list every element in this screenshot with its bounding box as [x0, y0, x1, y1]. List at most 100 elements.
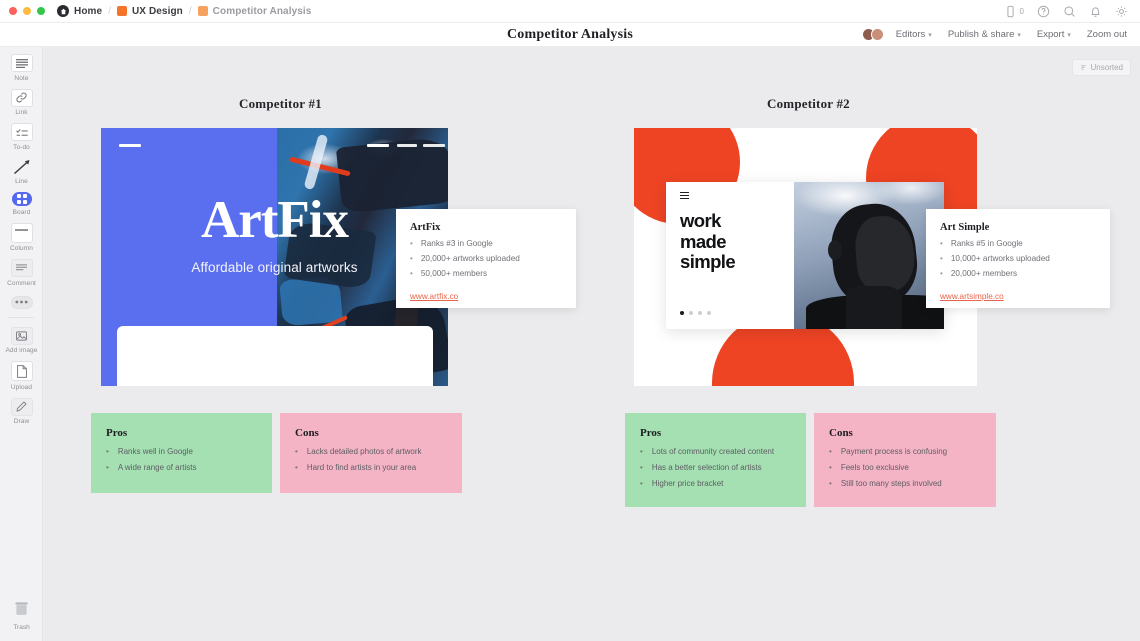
pros-item: • Has a better selection of artists [640, 464, 791, 472]
breadcrumb-competitor-analysis-label: Competitor Analysis [212, 5, 312, 17]
upload-icon [10, 361, 33, 381]
tool-draw[interactable]: Draw [0, 391, 43, 425]
board-canvas[interactable]: Unsorted Competitor #1 Competitor #2 Art… [43, 47, 1140, 641]
tool-column[interactable]: Column [0, 216, 43, 252]
info-card-link[interactable]: www.artsimple.co [940, 292, 1004, 301]
pros-item-text: Lots of community created content [651, 447, 775, 456]
tool-line-label: Line [15, 178, 28, 185]
tool-draw-label: Draw [13, 418, 30, 425]
competitor-1-pros-card[interactable]: Pros • Ranks well in Google • A wide ran… [91, 413, 272, 493]
breadcrumb: Home / UX Design / Competitor Analysis [45, 5, 311, 17]
artsimple-headline: work made simple [680, 211, 794, 272]
trash-label: Trash [13, 624, 30, 631]
top-bar-actions: 0 [1004, 5, 1140, 18]
tool-todo[interactable]: To-do [0, 116, 43, 151]
comment-icon[interactable]: 0 [1004, 5, 1024, 18]
info-bullet: • 10,000+ artworks uploaded [940, 254, 1096, 264]
add-image-icon [10, 326, 33, 345]
tool-link-label: Link [15, 109, 28, 116]
tool-upload[interactable]: Upload [0, 354, 43, 391]
carousel-dot[interactable] [707, 311, 711, 315]
bell-icon[interactable] [1089, 5, 1102, 18]
bullet-icon: • [410, 239, 413, 248]
pros-item: • Lots of community created content [640, 448, 791, 456]
zoom-out-button[interactable]: Zoom out [1087, 29, 1127, 40]
cons-item-text: Feels too exclusive [840, 463, 909, 472]
bullet-icon: • [295, 463, 298, 472]
info-bullet-text: 20,000+ artworks uploaded [420, 254, 520, 264]
export-menu[interactable]: Export ▾ [1037, 29, 1071, 40]
toolbar-actions: Editors ▾ Publish & share ▾ Export ▾ Zoo… [861, 28, 1140, 41]
pros-title: Pros [106, 427, 128, 439]
document-toolbar: Competitor Analysis Editors ▾ Publish & … [0, 23, 1140, 47]
carousel-dot-active[interactable] [680, 311, 684, 315]
info-bullet-text: 10,000+ artworks uploaded [950, 254, 1050, 264]
line-icon [11, 158, 33, 176]
breadcrumb-item-home[interactable]: Home [57, 5, 102, 17]
breadcrumb-separator: / [188, 5, 192, 17]
pros-item-text: Higher price bracket [651, 479, 724, 488]
tool-column-label: Column [10, 245, 33, 252]
competitor-1-info-card[interactable]: ArtFix • Ranks #3 in Google • 20,000+ ar… [396, 209, 576, 308]
unsorted-badge[interactable]: Unsorted [1071, 59, 1131, 76]
cons-item: • Payment process is confusing [829, 448, 981, 456]
bullet-icon: • [640, 447, 643, 456]
tool-more[interactable] [0, 287, 43, 309]
breadcrumb-ux-design-label: UX Design [131, 5, 183, 17]
competitor-2-info-card[interactable]: Art Simple • Ranks #5 in Google • 10,000… [926, 209, 1110, 308]
tool-link[interactable]: Link [0, 82, 43, 116]
breadcrumb-item-competitor-analysis[interactable]: Competitor Analysis [197, 5, 312, 17]
cons-item: • Hard to find artists in your area [295, 464, 447, 472]
cons-item-text: Still too many steps involved [840, 479, 942, 488]
competitor-2-pros-card[interactable]: Pros • Lots of community created content… [625, 413, 806, 507]
editors-menu[interactable]: Editors ▾ [896, 29, 932, 40]
info-card-link[interactable]: www.artfix.co [410, 292, 458, 301]
bullet-icon: • [940, 239, 943, 248]
cons-item-text: Payment process is confusing [840, 447, 948, 456]
tool-board[interactable]: Board [0, 185, 43, 216]
carousel-dot[interactable] [689, 311, 693, 315]
tool-add-image[interactable]: Add image [0, 320, 43, 354]
carousel-dots[interactable] [680, 311, 711, 315]
search-icon[interactable] [1063, 5, 1076, 18]
artsimple-hero-card: work made simple [666, 182, 944, 329]
comment-icon [10, 259, 33, 277]
top-breadcrumb-bar: Home / UX Design / Competitor Analysis 0 [0, 0, 1140, 23]
competitor-1-cons-card[interactable]: Cons • Lacks detailed photos of artwork … [280, 413, 462, 493]
publish-share-label: Publish & share [947, 29, 1015, 40]
pros-item-text: Ranks well in Google [117, 447, 193, 456]
unsorted-label: Unsorted [1090, 63, 1123, 72]
tool-note[interactable]: Note [0, 47, 43, 82]
artfix-logo-bar [119, 144, 141, 147]
competitor-2-cons-card[interactable]: Cons • Payment process is confusing • Fe… [814, 413, 996, 507]
comment-count: 0 [1019, 6, 1024, 16]
close-window-button[interactable] [9, 7, 17, 15]
info-card-title: ArtFix [410, 222, 441, 233]
minimize-window-button[interactable] [23, 7, 31, 15]
export-label: Export [1036, 29, 1065, 40]
publish-share-menu[interactable]: Publish & share ▾ [948, 29, 1021, 40]
orange-square-icon [197, 6, 208, 16]
tool-line[interactable]: Line [0, 151, 43, 185]
rail-divider [8, 316, 34, 318]
artfix-nav-item [367, 144, 389, 147]
info-card-title: Art Simple [940, 222, 990, 233]
tool-comment-label: Comment [7, 279, 36, 287]
sort-icon [1080, 65, 1086, 70]
cons-item-text: Lacks detailed photos of artwork [306, 447, 422, 456]
tool-comment[interactable]: Comment [0, 252, 43, 287]
pros-item: • Ranks well in Google [106, 448, 257, 456]
more-icon [10, 295, 33, 309]
maximize-window-button[interactable] [37, 7, 45, 15]
help-icon[interactable] [1037, 5, 1050, 18]
artfix-nav-item [397, 144, 417, 147]
gear-icon[interactable] [1115, 5, 1128, 18]
avatar-group[interactable] [861, 28, 884, 41]
breadcrumb-separator: / [108, 5, 111, 17]
trash-button[interactable]: Trash [0, 600, 43, 631]
breadcrumb-item-ux-design[interactable]: UX Design [116, 5, 183, 17]
info-bullet: • 20,000+ members [940, 270, 1096, 278]
tool-upload-label: Upload [10, 383, 33, 391]
hamburger-icon[interactable] [680, 192, 689, 200]
carousel-dot[interactable] [698, 311, 702, 315]
